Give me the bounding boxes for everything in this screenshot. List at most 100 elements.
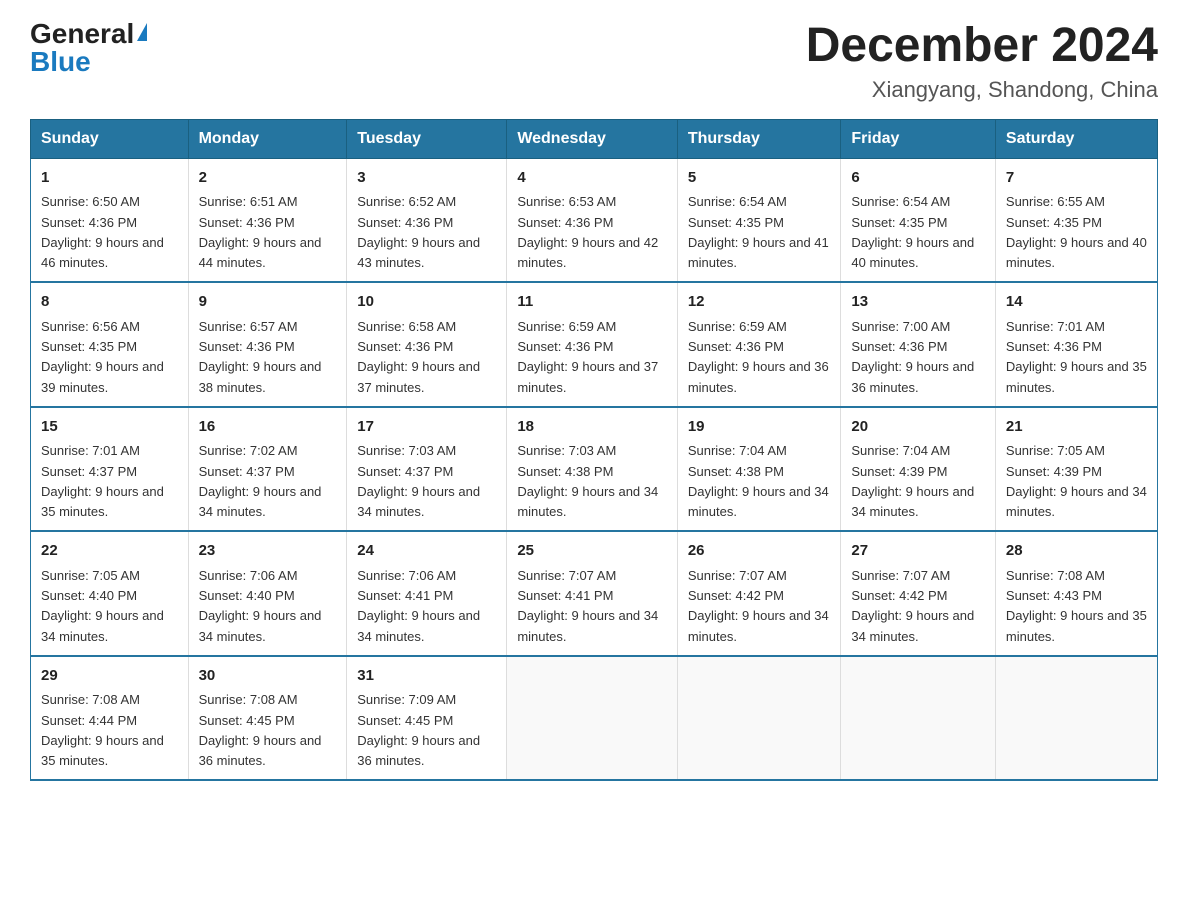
calendar-day-cell: 11 Sunrise: 6:59 AMSunset: 4:36 PMDayligh… xyxy=(507,282,678,407)
calendar-day-cell xyxy=(677,656,841,781)
calendar-day-cell: 7Sunrise: 6:55 AMSunset: 4:35 PMDaylight… xyxy=(995,158,1157,282)
calendar-day-cell: 13Sunrise: 7:00 AMSunset: 4:36 PMDayligh… xyxy=(841,282,996,407)
calendar-day-cell: 26Sunrise: 7:07 AMSunset: 4:42 PMDayligh… xyxy=(677,531,841,656)
calendar-day-cell: 23 Sunrise: 7:06 AMSunset: 4:40 PMDayligh… xyxy=(188,531,347,656)
month-year-title: December 2024 xyxy=(806,20,1158,73)
weekday-header-row: SundayMondayTuesdayWednesdayThursdayFrid… xyxy=(31,119,1158,158)
calendar-day-cell: 4 Sunrise: 6:53 AMSunset: 4:36 PMDaylight… xyxy=(507,158,678,282)
day-number: 19 xyxy=(688,416,831,439)
calendar-day-cell xyxy=(995,656,1157,781)
day-number: 9 xyxy=(199,291,337,314)
calendar-day-cell: 25Sunrise: 7:07 AMSunset: 4:41 PMDayligh… xyxy=(507,531,678,656)
day-info: Sunrise: 7:05 AMSunset: 4:39 PMDaylight:… xyxy=(1006,443,1147,519)
day-info: Sunrise: 7:08 AMSunset: 4:43 PMDaylight:… xyxy=(1006,568,1147,644)
logo-general-text: General xyxy=(30,20,134,48)
day-info: Sunrise: 7:09 AMSunset: 4:45 PMDaylight:… xyxy=(357,692,480,768)
day-number: 10 xyxy=(357,291,496,314)
calendar-day-cell: 6 Sunrise: 6:54 AMSunset: 4:35 PMDaylight… xyxy=(841,158,996,282)
calendar-day-cell: 29Sunrise: 7:08 AMSunset: 4:44 PMDayligh… xyxy=(31,656,189,781)
calendar-day-cell xyxy=(841,656,996,781)
calendar-day-cell: 20Sunrise: 7:04 AMSunset: 4:39 PMDayligh… xyxy=(841,407,996,532)
calendar-day-cell: 27Sunrise: 7:07 AMSunset: 4:42 PMDayligh… xyxy=(841,531,996,656)
day-info: Sunrise: 6:54 AMSunset: 4:35 PMDaylight:… xyxy=(851,194,974,270)
calendar-day-cell: 22 Sunrise: 7:05 AMSunset: 4:40 PMDayligh… xyxy=(31,531,189,656)
day-info: Sunrise: 7:06 AMSunset: 4:40 PMDaylight:… xyxy=(199,568,322,644)
calendar-day-cell: 31 Sunrise: 7:09 AMSunset: 4:45 PMDayligh… xyxy=(347,656,507,781)
day-number: 14 xyxy=(1006,291,1147,314)
day-info: Sunrise: 6:55 AMSunset: 4:35 PMDaylight:… xyxy=(1006,194,1147,270)
day-number: 2 xyxy=(199,167,337,190)
day-number: 27 xyxy=(851,540,985,563)
day-number: 16 xyxy=(199,416,337,439)
day-number: 23 xyxy=(199,540,337,563)
day-number: 5 xyxy=(688,167,831,190)
day-info: Sunrise: 7:00 AMSunset: 4:36 PMDaylight:… xyxy=(851,319,974,395)
day-number: 21 xyxy=(1006,416,1147,439)
calendar-week-row: 8 Sunrise: 6:56 AMSunset: 4:35 PMDaylight… xyxy=(31,282,1158,407)
calendar-day-cell: 2 Sunrise: 6:51 AMSunset: 4:36 PMDaylight… xyxy=(188,158,347,282)
day-number: 17 xyxy=(357,416,496,439)
calendar-table: SundayMondayTuesdayWednesdayThursdayFrid… xyxy=(30,119,1158,782)
day-info: Sunrise: 7:07 AMSunset: 4:42 PMDaylight:… xyxy=(688,568,829,644)
calendar-day-cell: 10Sunrise: 6:58 AMSunset: 4:36 PMDayligh… xyxy=(347,282,507,407)
calendar-day-cell: 5 Sunrise: 6:54 AMSunset: 4:35 PMDaylight… xyxy=(677,158,841,282)
weekday-header-wednesday: Wednesday xyxy=(507,119,678,158)
weekday-header-tuesday: Tuesday xyxy=(347,119,507,158)
weekday-header-saturday: Saturday xyxy=(995,119,1157,158)
title-area: December 2024 Xiangyang, Shandong, China xyxy=(806,20,1158,103)
day-number: 11 xyxy=(517,291,667,314)
calendar-day-cell xyxy=(507,656,678,781)
day-info: Sunrise: 7:03 AMSunset: 4:37 PMDaylight:… xyxy=(357,443,480,519)
weekday-header-monday: Monday xyxy=(188,119,347,158)
day-info: Sunrise: 7:01 AMSunset: 4:36 PMDaylight:… xyxy=(1006,319,1147,395)
day-number: 1 xyxy=(41,167,178,190)
day-number: 31 xyxy=(357,665,496,688)
day-number: 22 xyxy=(41,540,178,563)
calendar-day-cell: 18 Sunrise: 7:03 AMSunset: 4:38 PMDayligh… xyxy=(507,407,678,532)
day-info: Sunrise: 7:06 AMSunset: 4:41 PMDaylight:… xyxy=(357,568,480,644)
day-info: Sunrise: 7:05 AMSunset: 4:40 PMDaylight:… xyxy=(41,568,164,644)
calendar-day-cell: 3Sunrise: 6:52 AMSunset: 4:36 PMDaylight… xyxy=(347,158,507,282)
calendar-day-cell: 28 Sunrise: 7:08 AMSunset: 4:43 PMDayligh… xyxy=(995,531,1157,656)
day-info: Sunrise: 7:01 AMSunset: 4:37 PMDaylight:… xyxy=(41,443,164,519)
calendar-week-row: 1 Sunrise: 6:50 AMSunset: 4:36 PMDaylight… xyxy=(31,158,1158,282)
day-number: 8 xyxy=(41,291,178,314)
day-info: Sunrise: 7:03 AMSunset: 4:38 PMDaylight:… xyxy=(517,443,658,519)
weekday-header-friday: Friday xyxy=(841,119,996,158)
logo: General Blue xyxy=(30,20,147,76)
day-info: Sunrise: 6:57 AMSunset: 4:36 PMDaylight:… xyxy=(199,319,322,395)
day-number: 24 xyxy=(357,540,496,563)
day-number: 6 xyxy=(851,167,985,190)
calendar-day-cell: 30Sunrise: 7:08 AMSunset: 4:45 PMDayligh… xyxy=(188,656,347,781)
calendar-day-cell: 15 Sunrise: 7:01 AMSunset: 4:37 PMDayligh… xyxy=(31,407,189,532)
day-info: Sunrise: 7:04 AMSunset: 4:38 PMDaylight:… xyxy=(688,443,829,519)
weekday-header-thursday: Thursday xyxy=(677,119,841,158)
day-number: 18 xyxy=(517,416,667,439)
day-number: 25 xyxy=(517,540,667,563)
day-info: Sunrise: 6:53 AMSunset: 4:36 PMDaylight:… xyxy=(517,194,658,270)
calendar-day-cell: 1 Sunrise: 6:50 AMSunset: 4:36 PMDaylight… xyxy=(31,158,189,282)
calendar-day-cell: 21 Sunrise: 7:05 AMSunset: 4:39 PMDayligh… xyxy=(995,407,1157,532)
day-number: 29 xyxy=(41,665,178,688)
logo-blue-text: Blue xyxy=(30,48,91,76)
calendar-day-cell: 9 Sunrise: 6:57 AMSunset: 4:36 PMDaylight… xyxy=(188,282,347,407)
location-subtitle: Xiangyang, Shandong, China xyxy=(806,77,1158,103)
day-info: Sunrise: 6:59 AMSunset: 4:36 PMDaylight:… xyxy=(688,319,829,395)
day-info: Sunrise: 7:08 AMSunset: 4:45 PMDaylight:… xyxy=(199,692,322,768)
calendar-week-row: 15 Sunrise: 7:01 AMSunset: 4:37 PMDayligh… xyxy=(31,407,1158,532)
day-number: 4 xyxy=(517,167,667,190)
day-info: Sunrise: 6:54 AMSunset: 4:35 PMDaylight:… xyxy=(688,194,829,270)
day-info: Sunrise: 6:50 AMSunset: 4:36 PMDaylight:… xyxy=(41,194,164,270)
day-info: Sunrise: 6:56 AMSunset: 4:35 PMDaylight:… xyxy=(41,319,164,395)
calendar-day-cell: 16 Sunrise: 7:02 AMSunset: 4:37 PMDayligh… xyxy=(188,407,347,532)
day-number: 15 xyxy=(41,416,178,439)
day-info: Sunrise: 6:51 AMSunset: 4:36 PMDaylight:… xyxy=(199,194,322,270)
calendar-day-cell: 17 Sunrise: 7:03 AMSunset: 4:37 PMDayligh… xyxy=(347,407,507,532)
day-number: 28 xyxy=(1006,540,1147,563)
day-info: Sunrise: 6:52 AMSunset: 4:36 PMDaylight:… xyxy=(357,194,480,270)
calendar-week-row: 22 Sunrise: 7:05 AMSunset: 4:40 PMDayligh… xyxy=(31,531,1158,656)
day-info: Sunrise: 7:02 AMSunset: 4:37 PMDaylight:… xyxy=(199,443,322,519)
calendar-day-cell: 24 Sunrise: 7:06 AMSunset: 4:41 PMDayligh… xyxy=(347,531,507,656)
calendar-day-cell: 14 Sunrise: 7:01 AMSunset: 4:36 PMDayligh… xyxy=(995,282,1157,407)
day-info: Sunrise: 6:59 AMSunset: 4:36 PMDaylight:… xyxy=(517,319,658,395)
